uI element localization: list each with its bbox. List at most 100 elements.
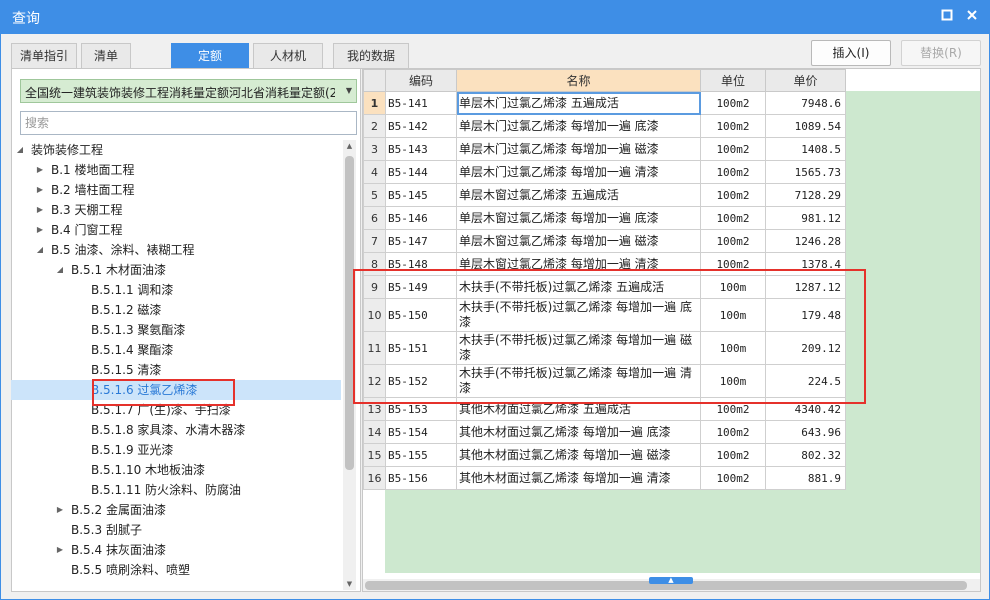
cell-unit[interactable]: 100m2: [700, 206, 766, 230]
cell-price[interactable]: 1089.54: [765, 114, 846, 138]
expanded-arrow-icon[interactable]: ◢: [55, 260, 65, 280]
replace-button[interactable]: 替换(R): [901, 40, 981, 66]
table-row[interactable]: 2 B5-142 单层木门过氯乙烯漆 每增加一遍 底漆 100m2 1089.54: [363, 114, 846, 138]
tree-item[interactable]: B.5.3 刮腻子: [11, 520, 341, 540]
cell-name[interactable]: 单层木门过氯乙烯漆 每增加一遍 磁漆: [456, 137, 701, 161]
row-number[interactable]: 4: [363, 160, 386, 184]
tree-item[interactable]: B.5.1.3 聚氨酯漆: [11, 320, 341, 340]
column-header-code[interactable]: 编码: [385, 69, 457, 92]
table-row[interactable]: 14 B5-154 其他木材面过氯乙烯漆 每增加一遍 底漆 100m2 643.96: [363, 420, 846, 444]
table-row[interactable]: 13 B5-153 其他木材面过氯乙烯漆 五遍成活 100m2 4340.42: [363, 397, 846, 421]
cell-unit[interactable]: 100m2: [700, 137, 766, 161]
expanded-arrow-icon[interactable]: ◢: [15, 140, 25, 160]
tree-item[interactable]: B.5.1.5 清漆: [11, 360, 341, 380]
table-row[interactable]: 5 B5-145 单层木窗过氯乙烯漆 五遍成活 100m2 7128.29: [363, 183, 846, 207]
table-row[interactable]: 9 B5-149 木扶手(不带托板)过氯乙烯漆 五遍成活 100m 1287.12: [363, 275, 846, 299]
cell-name[interactable]: 单层木窗过氯乙烯漆 每增加一遍 磁漆: [456, 229, 701, 253]
cell-code[interactable]: B5-154: [385, 420, 457, 444]
table-row[interactable]: 12 B5-152 木扶手(不带托板)过氯乙烯漆 每增加一遍 清漆 100m 224.5: [363, 364, 846, 398]
collapsed-arrow-icon[interactable]: ▶: [35, 200, 45, 220]
cell-name[interactable]: 其他木材面过氯乙烯漆 每增加一遍 清漆: [456, 466, 701, 490]
cell-unit[interactable]: 100m2: [700, 397, 766, 421]
tab-quota[interactable]: 定额: [171, 43, 249, 69]
tree-item[interactable]: B.5.1.2 磁漆: [11, 300, 341, 320]
tree-item[interactable]: ▶ B.3 天棚工程: [11, 200, 341, 220]
cell-unit[interactable]: 100m2: [700, 229, 766, 253]
cell-name[interactable]: 其他木材面过氯乙烯漆 每增加一遍 底漆: [456, 420, 701, 444]
cell-name[interactable]: 单层木窗过氯乙烯漆 每增加一遍 清漆: [456, 252, 701, 276]
tab-my-data[interactable]: 我的数据: [333, 43, 409, 69]
cell-price[interactable]: 7948.6: [765, 91, 846, 115]
table-row[interactable]: 15 B5-155 其他木材面过氯乙烯漆 每增加一遍 磁漆 100m2 802.32: [363, 443, 846, 467]
table-row[interactable]: 6 B5-146 单层木窗过氯乙烯漆 每增加一遍 底漆 100m2 981.12: [363, 206, 846, 230]
cell-unit[interactable]: 100m: [700, 298, 766, 332]
table-row[interactable]: 3 B5-143 单层木门过氯乙烯漆 每增加一遍 磁漆 100m2 1408.5: [363, 137, 846, 161]
tree-item[interactable]: B.5.1.10 木地板油漆: [11, 460, 341, 480]
collapsed-arrow-icon[interactable]: ▶: [35, 220, 45, 240]
cell-name[interactable]: 木扶手(不带托板)过氯乙烯漆 每增加一遍 底漆: [456, 298, 701, 332]
row-number[interactable]: 8: [363, 252, 386, 276]
row-number[interactable]: 5: [363, 183, 386, 207]
cell-name[interactable]: 单层木门过氯乙烯漆 每增加一遍 底漆: [456, 114, 701, 138]
cell-name[interactable]: 单层木门过氯乙烯漆 每增加一遍 清漆: [456, 160, 701, 184]
cell-unit[interactable]: 100m2: [700, 91, 766, 115]
tab-bill[interactable]: 清单: [81, 43, 131, 69]
cell-unit[interactable]: 100m: [700, 275, 766, 299]
collapsed-arrow-icon[interactable]: ▶: [55, 540, 65, 560]
insert-button[interactable]: 插入(I): [811, 40, 891, 66]
row-number[interactable]: 6: [363, 206, 386, 230]
cell-price[interactable]: 881.9: [765, 466, 846, 490]
row-number[interactable]: 11: [363, 331, 386, 365]
tree-item[interactable]: ▶ B.5.4 抹灰面油漆: [11, 540, 341, 560]
cell-price[interactable]: 643.96: [765, 420, 846, 444]
cell-price[interactable]: 1378.4: [765, 252, 846, 276]
cell-code[interactable]: B5-142: [385, 114, 457, 138]
cell-unit[interactable]: 100m2: [700, 160, 766, 184]
cell-unit[interactable]: 100m2: [700, 114, 766, 138]
scroll-up-icon[interactable]: ▲: [343, 140, 356, 152]
column-header-unit[interactable]: 单位: [700, 69, 766, 92]
column-header-name[interactable]: 名称: [456, 69, 701, 92]
row-number[interactable]: 3: [363, 137, 386, 161]
tree-scroll-thumb[interactable]: [345, 156, 354, 470]
cell-price[interactable]: 981.12: [765, 206, 846, 230]
tree-item[interactable]: ◢ B.5.1 木材面油漆: [11, 260, 341, 280]
row-number[interactable]: 14: [363, 420, 386, 444]
cell-price[interactable]: 7128.29: [765, 183, 846, 207]
tree-item[interactable]: ▶ B.1 楼地面工程: [11, 160, 341, 180]
search-input[interactable]: [20, 111, 357, 135]
cell-unit[interactable]: 100m2: [700, 466, 766, 490]
tree-item[interactable]: B.5.1.8 家具漆、水清木器漆: [11, 420, 341, 440]
table-row[interactable]: 11 B5-151 木扶手(不带托板)过氯乙烯漆 每增加一遍 磁漆 100m 209.1…: [363, 331, 846, 365]
tab-bill-guide[interactable]: 清单指引: [11, 43, 77, 69]
tree-item[interactable]: ◢ B.5 油漆、涂料、裱糊工程: [11, 240, 341, 260]
restore-icon[interactable]: [937, 7, 957, 27]
cell-code[interactable]: B5-148: [385, 252, 457, 276]
cell-code[interactable]: B5-156: [385, 466, 457, 490]
cell-code[interactable]: B5-152: [385, 364, 457, 398]
cell-unit[interactable]: 100m2: [700, 183, 766, 207]
tree-item[interactable]: B.5.1.9 亚光漆: [11, 440, 341, 460]
tree-item[interactable]: B.5.1.11 防火涂料、防腐油: [11, 480, 341, 500]
row-number[interactable]: 16: [363, 466, 386, 490]
cell-price[interactable]: 224.5: [765, 364, 846, 398]
cell-price[interactable]: 1246.28: [765, 229, 846, 253]
tree-item[interactable]: B.5.1.6 过氯乙烯漆: [11, 380, 341, 400]
cell-name[interactable]: 木扶手(不带托板)过氯乙烯漆 五遍成活: [456, 275, 701, 299]
cell-name[interactable]: 其他木材面过氯乙烯漆 每增加一遍 磁漆: [456, 443, 701, 467]
collapsed-arrow-icon[interactable]: ▶: [55, 500, 65, 520]
collapsed-arrow-icon[interactable]: ▶: [35, 180, 45, 200]
table-row[interactable]: 10 B5-150 木扶手(不带托板)过氯乙烯漆 每增加一遍 底漆 100m 179.4…: [363, 298, 846, 332]
cell-price[interactable]: 179.48: [765, 298, 846, 332]
table-row[interactable]: 8 B5-148 单层木窗过氯乙烯漆 每增加一遍 清漆 100m2 1378.4: [363, 252, 846, 276]
tree-item[interactable]: ◢ 装饰装修工程: [11, 140, 341, 160]
cell-price[interactable]: 209.12: [765, 331, 846, 365]
table-row[interactable]: 7 B5-147 单层木窗过氯乙烯漆 每增加一遍 磁漆 100m2 1246.28: [363, 229, 846, 253]
cell-code[interactable]: B5-149: [385, 275, 457, 299]
cell-name[interactable]: 单层木窗过氯乙烯漆 五遍成活: [456, 183, 701, 207]
row-number[interactable]: 7: [363, 229, 386, 253]
tree-scrollbar[interactable]: ▲ ▼: [343, 140, 356, 590]
cell-code[interactable]: B5-143: [385, 137, 457, 161]
row-number[interactable]: 10: [363, 298, 386, 332]
tab-labor-material-machine[interactable]: 人材机: [253, 43, 323, 69]
